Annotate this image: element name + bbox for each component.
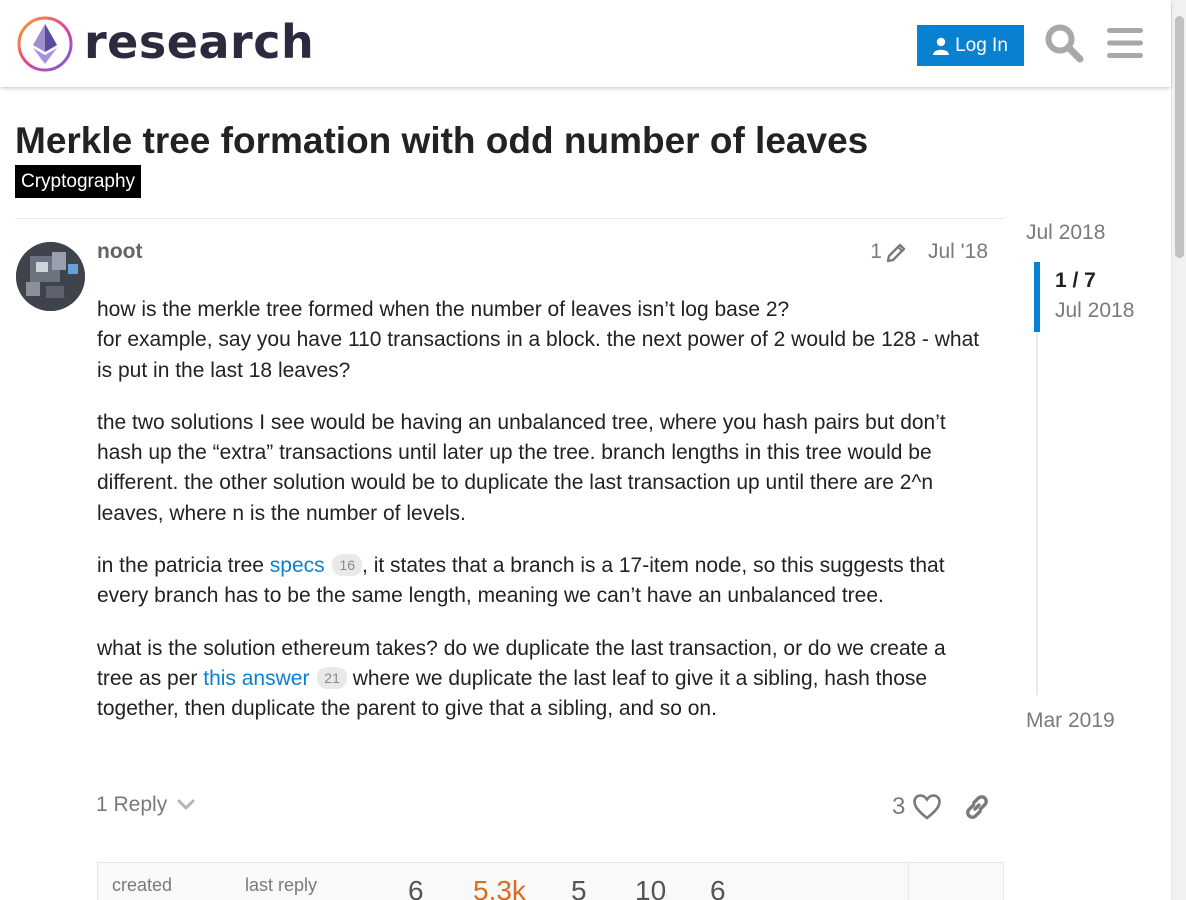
share-link-button[interactable] — [962, 792, 994, 824]
post-paragraph: how is the merkle tree formed when the n… — [97, 295, 987, 386]
users-count: 5 — [571, 875, 587, 900]
post-meta: 1 Jul '18 — [870, 240, 988, 264]
page-scrollbar[interactable] — [1171, 0, 1186, 900]
specs-link[interactable]: specs — [270, 554, 325, 577]
search-icon — [1045, 24, 1084, 63]
user-icon — [933, 37, 950, 55]
topic-map-separator — [908, 863, 909, 900]
post-paragraph: what is the solution ethereum takes? do … — [97, 634, 987, 725]
link-click-count: 21 — [317, 666, 347, 689]
hamburger-menu-button[interactable] — [1104, 22, 1146, 64]
post-text: in the patricia tree — [97, 554, 270, 578]
category-badge[interactable]: Cryptography — [15, 165, 142, 198]
post-text: for example, say you have 110 transactio… — [97, 328, 980, 382]
timeline-position: 1 / 7 — [1055, 269, 1096, 292]
title-divider — [15, 218, 1004, 219]
avatar[interactable] — [16, 242, 85, 311]
topic-title[interactable]: Merkle tree formation with odd number of… — [15, 120, 868, 162]
likes-count: 10 — [635, 875, 667, 900]
post-text: how is the merkle tree formed when the n… — [97, 298, 790, 321]
edit-count: 1 — [870, 240, 882, 263]
login-label: Log In — [955, 34, 1008, 56]
link-click-count: 16 — [332, 554, 363, 577]
like-count: 3 — [892, 793, 906, 820]
timeline-end-date[interactable]: Mar 2019 — [1026, 709, 1115, 733]
hamburger-icon — [1107, 28, 1143, 58]
edit-history-button[interactable]: 1 — [870, 240, 908, 264]
post-body: how is the merkle tree formed when the n… — [97, 295, 987, 747]
links-count: 6 — [710, 875, 726, 900]
search-button[interactable] — [1043, 22, 1085, 64]
last-reply-label: last reply — [245, 875, 318, 895]
site-header: research Log In — [0, 0, 1171, 87]
ethereum-logo-icon — [17, 16, 73, 72]
created-label: created — [112, 875, 173, 895]
post-paragraph: the two solutions I see would be having … — [97, 410, 946, 525]
scrollbar-thumb[interactable] — [1175, 16, 1184, 258]
chevron-down-icon — [177, 799, 195, 810]
post-username[interactable]: noot — [97, 240, 142, 264]
logo-text: research — [84, 15, 315, 69]
post-paragraph: in the patricia tree specs 16, it states… — [97, 551, 987, 612]
avatar-image — [16, 242, 85, 311]
show-replies-button[interactable]: 1 Reply — [96, 793, 195, 817]
site-logo[interactable]: research — [16, 14, 314, 74]
views-count: 5.3k — [473, 875, 526, 900]
post-date[interactable]: Jul '18 — [928, 240, 988, 264]
link-icon — [966, 795, 988, 819]
heart-icon — [913, 794, 942, 820]
topic-map: created last reply 6 5.3k 5 10 6 — [97, 862, 1004, 900]
replies-label: 1 Reply — [96, 793, 168, 816]
replies-count: 6 — [408, 875, 424, 900]
timeline-current-date: Jul 2018 — [1055, 299, 1135, 322]
login-button[interactable]: Log In — [917, 25, 1024, 66]
pencil-icon — [886, 243, 906, 263]
this-answer-link[interactable]: this answer — [203, 667, 309, 690]
like-button[interactable]: 3 — [892, 793, 942, 821]
timeline-handle[interactable] — [1034, 262, 1040, 332]
timeline-start-date[interactable]: Jul 2018 — [1026, 221, 1105, 245]
